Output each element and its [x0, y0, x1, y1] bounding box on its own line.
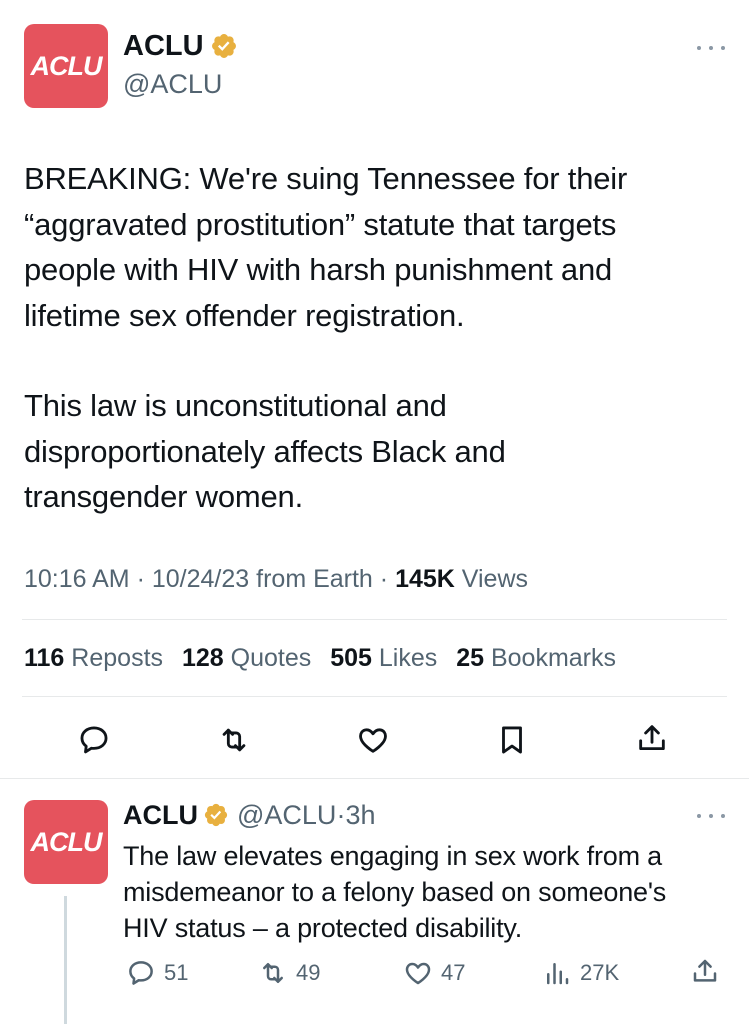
bookmark-icon — [502, 726, 522, 754]
author-line: ACLU — [123, 28, 238, 64]
tweet-source: from Earth — [256, 565, 373, 593]
share-icon — [693, 959, 717, 982]
more-icon[interactable] — [697, 44, 725, 52]
text-line: lifetime sex offender registration. — [24, 297, 465, 333]
views-icon — [547, 963, 569, 985]
reply-icon — [129, 961, 153, 985]
handle[interactable]: @ACLU — [123, 67, 222, 101]
text-line: This law is unconstitutional and — [24, 388, 447, 423]
repost-count: 49 — [296, 960, 321, 985]
divider — [22, 696, 727, 697]
text-line: BREAKING: We're suing Tennessee for thei… — [24, 161, 628, 196]
text-line: “aggravated prostitution” statute that t… — [24, 206, 617, 242]
verified-badge-icon — [211, 34, 236, 58]
bookmark-button[interactable] — [492, 720, 532, 760]
tweet-time[interactable]: 10:16 AM — [24, 565, 130, 593]
share-button[interactable] — [632, 718, 672, 758]
tweet-date[interactable]: 10/24/23 — [152, 565, 249, 593]
timestamp-line: 10:16 AM · 10/24/23 from Earth · 145K Vi… — [24, 565, 529, 593]
bookmarks-label: Bookmarks — [490, 644, 617, 672]
reposts-label: Reposts — [71, 644, 164, 672]
verified-badge-icon — [204, 803, 228, 827]
reply-author-line: ACLU @ACLU · 3h — [123, 798, 376, 832]
reply-views-button[interactable]: 27K — [542, 958, 619, 988]
reply-count: 51 — [164, 960, 189, 985]
like-icon — [359, 728, 387, 753]
reply-reply-button[interactable]: 51 — [126, 958, 188, 988]
quotes-stat[interactable]: 128 Quotes — [182, 644, 311, 672]
section-divider — [0, 778, 749, 779]
views-count: 145K — [395, 565, 455, 593]
avatar-logo-text: ACLU — [30, 50, 103, 81]
text-line: disproportionately affects Black and — [24, 433, 506, 469]
bookmarks-stat[interactable]: 25 Bookmarks — [456, 644, 616, 672]
likes-count: 505 — [330, 644, 372, 672]
text-line: The law elevates engaging in sex work fr… — [123, 841, 662, 871]
likes-stat[interactable]: 505 Likes — [330, 644, 437, 672]
like-count: 47 — [441, 960, 466, 985]
quotes-count: 128 — [181, 644, 224, 672]
display-name[interactable]: ACLU — [123, 28, 204, 64]
reply-icon — [80, 726, 108, 754]
reply-display-name[interactable]: ACLU — [123, 798, 198, 832]
engagement-stats: 116 Reposts 128 Quotes 505 Likes 25 Book… — [24, 641, 616, 675]
text-line: misdemeanor to a felony based on someone… — [123, 877, 667, 907]
share-icon — [639, 725, 665, 751]
like-button[interactable] — [353, 720, 393, 760]
text-line: people with HIV with harsh punishment an… — [24, 252, 613, 287]
reposts-stat[interactable]: 116 Reposts — [24, 644, 163, 672]
bookmarks-count: 25 — [456, 644, 485, 672]
thread-line — [64, 896, 67, 1024]
reply-text: The law elevates engaging in sex work fr… — [123, 838, 666, 946]
avatar[interactable]: ACLU — [24, 24, 108, 108]
views-count: 27K — [580, 960, 620, 985]
reply-avatar[interactable]: ACLU — [24, 800, 108, 884]
reposts-count: 116 — [24, 644, 65, 672]
like-icon — [405, 962, 431, 985]
quotes-label: Quotes — [230, 644, 312, 672]
divider — [22, 619, 727, 620]
reply-repost-button[interactable]: 49 — [258, 958, 320, 988]
text-line: HIV status – a protected disability. — [123, 913, 522, 943]
text-line: transgender women. — [24, 479, 304, 514]
likes-label: Likes — [378, 644, 438, 672]
reply-share-button[interactable] — [690, 956, 720, 991]
reply-button[interactable] — [74, 720, 114, 760]
reply-age[interactable]: 3h — [345, 798, 375, 832]
reply-like-button[interactable]: 47 — [403, 958, 465, 988]
more-icon[interactable] — [697, 812, 725, 820]
repost-icon — [263, 963, 283, 983]
tweet-text: BREAKING: We're suing Tennessee for thei… — [24, 156, 627, 520]
repost-icon — [222, 728, 246, 752]
views-label: Views — [461, 565, 529, 593]
avatar-logo-text: ACLU — [30, 826, 103, 857]
reply-handle[interactable]: @ACLU — [237, 798, 336, 832]
repost-button[interactable] — [214, 720, 254, 760]
